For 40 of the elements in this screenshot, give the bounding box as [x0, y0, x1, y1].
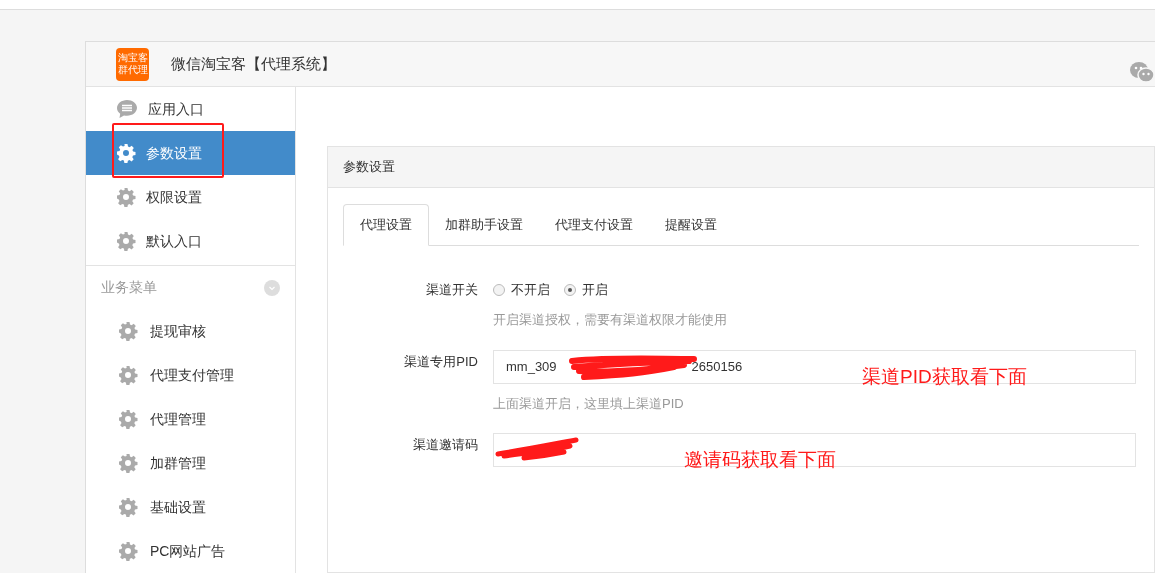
sidebar-item[interactable]: 应用入口: [86, 87, 295, 131]
sidebar-item[interactable]: 提现审核: [86, 309, 295, 353]
sidebar-item[interactable]: 加群管理: [86, 441, 295, 485]
field-label: 渠道邀请码: [412, 436, 479, 454]
tab[interactable]: 代理设置: [343, 204, 429, 246]
help-text: 上面渠道开启，这里填上渠道PID: [493, 394, 685, 413]
gear-icon: [118, 365, 138, 385]
chat-icon: [116, 99, 138, 119]
gear-icon: [118, 497, 138, 517]
tab[interactable]: 加群助手设置: [429, 204, 539, 245]
section-title: 业务菜单: [101, 278, 157, 297]
chevron-icon[interactable]: [264, 279, 280, 296]
sidebar-item[interactable]: PC网站广告: [86, 529, 295, 573]
help-text: 开启渠道授权，需要有渠道权限才能使用: [493, 311, 728, 329]
gear-icon: [116, 143, 136, 163]
radio-button[interactable]: [564, 284, 576, 296]
tab[interactable]: 提醒设置: [649, 204, 733, 245]
panel-header: 参数设置: [328, 147, 1154, 188]
radio-button[interactable]: [493, 284, 505, 296]
gear-icon: [118, 409, 138, 429]
radio-option[interactable]: 开启: [564, 280, 608, 300]
sidebar-item[interactable]: 基础设置: [86, 485, 295, 529]
gear-icon: [118, 321, 138, 341]
gear-icon: [118, 541, 138, 561]
radio-option[interactable]: 不开启: [493, 280, 550, 300]
sidebar-item[interactable]: 参数设置: [86, 131, 295, 175]
input-field[interactable]: 邀请码获取看下面: [493, 433, 1136, 467]
app-title: 微信淘宝客【代理系统】: [171, 53, 336, 74]
sidebar-item[interactable]: 权限设置: [86, 175, 295, 219]
gear-icon: [116, 231, 136, 251]
input-field[interactable]: mm_309 2650156 渠道PID获取看下面: [493, 349, 1136, 384]
sidebar-item[interactable]: 代理管理: [86, 397, 295, 441]
sidebar-item[interactable]: 代理支付管理: [86, 353, 295, 397]
tab[interactable]: 代理支付设置: [539, 204, 649, 245]
sidebar-item[interactable]: 默认入口: [86, 219, 295, 263]
field-label: 渠道开关: [425, 281, 479, 299]
gear-icon: [118, 453, 138, 473]
field-label: 渠道专用PID: [403, 352, 479, 371]
gear-icon: [116, 187, 136, 207]
app-logo: 淘宝客群代理: [116, 47, 149, 81]
